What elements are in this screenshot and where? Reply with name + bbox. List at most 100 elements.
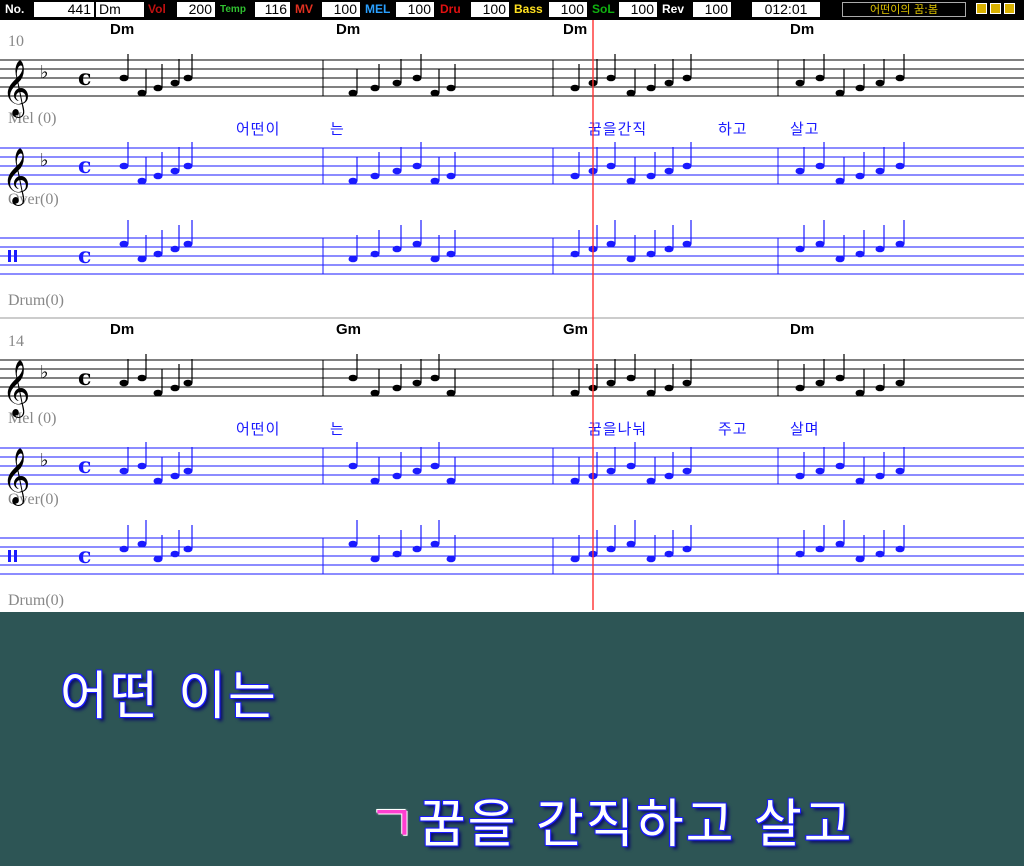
melody-value[interactable]: 100	[396, 2, 434, 17]
note-head	[682, 240, 692, 248]
lyric-line-2: ㄱ꿈을 간직하고 살고	[368, 782, 854, 857]
note-head	[606, 74, 616, 82]
drum-value[interactable]: 100	[471, 2, 509, 17]
note-head	[183, 467, 193, 475]
note-head	[895, 74, 905, 82]
note-head	[119, 74, 129, 82]
note-head	[570, 84, 580, 92]
tempo-value[interactable]: 116	[255, 2, 290, 17]
note-head	[855, 555, 865, 563]
note-head	[875, 167, 885, 175]
maximize-icon[interactable]	[990, 3, 1001, 14]
song-number-value: 441	[34, 2, 94, 17]
score-lyric: 어떤이	[236, 120, 280, 138]
chord-symbol: Gm	[336, 321, 361, 338]
note-head	[664, 245, 674, 253]
note-head	[875, 384, 885, 392]
percussion-clef-icon	[8, 550, 11, 562]
note-head	[606, 162, 616, 170]
common-time-icon: c	[78, 153, 91, 179]
note-head	[412, 162, 422, 170]
note-head	[153, 555, 163, 563]
note-head	[795, 472, 805, 480]
elapsed-time: 012:01	[752, 2, 820, 17]
lyric-rest-part: 꿈을 간직하고 살고	[417, 795, 854, 855]
score-lyric: 꿈을간직	[588, 120, 647, 138]
note-head	[875, 245, 885, 253]
common-time-icon: c	[78, 243, 91, 269]
flat-icon: ♭	[40, 362, 49, 383]
note-head	[682, 379, 692, 387]
note-head	[646, 172, 656, 180]
treble-clef-icon: 𝄞	[2, 148, 30, 206]
reverb-label: Rev	[662, 2, 685, 16]
note-head	[815, 74, 825, 82]
note-head	[119, 467, 129, 475]
note-head	[430, 177, 440, 185]
solo-value[interactable]: 100	[619, 2, 657, 17]
note-head	[570, 172, 580, 180]
note-head	[183, 162, 193, 170]
volume-value[interactable]: 200	[177, 2, 215, 17]
flat-icon: ♭	[40, 150, 49, 171]
note-head	[170, 245, 180, 253]
note-head	[392, 384, 402, 392]
note-head	[348, 540, 358, 548]
common-time-icon: c	[78, 65, 91, 91]
note-head	[170, 79, 180, 87]
note-head	[795, 167, 805, 175]
note-head	[370, 389, 380, 397]
mv-label: MV	[295, 2, 313, 16]
note-head	[835, 374, 845, 382]
key-value: Dm	[96, 2, 144, 17]
note-head	[895, 467, 905, 475]
note-head	[895, 545, 905, 553]
measure-number: 14	[8, 333, 24, 350]
note-head	[446, 84, 456, 92]
note-head	[119, 545, 129, 553]
note-head	[815, 162, 825, 170]
close-icon[interactable]	[1004, 3, 1015, 14]
note-head	[795, 384, 805, 392]
note-head	[682, 467, 692, 475]
note-head	[570, 477, 580, 485]
note-head	[664, 550, 674, 558]
note-head	[348, 374, 358, 382]
note-head	[137, 540, 147, 548]
note-head	[153, 477, 163, 485]
note-head	[392, 550, 402, 558]
chord-symbol: Dm	[336, 21, 360, 38]
note-head	[153, 389, 163, 397]
note-head	[370, 84, 380, 92]
note-head	[153, 172, 163, 180]
note-head	[446, 250, 456, 258]
mv-value[interactable]: 100	[322, 2, 360, 17]
chord-symbol: Dm	[563, 21, 587, 38]
reverb-value[interactable]: 100	[693, 2, 731, 17]
note-head	[446, 389, 456, 397]
note-head	[392, 472, 402, 480]
note-head	[875, 472, 885, 480]
note-head	[895, 240, 905, 248]
note-head	[855, 389, 865, 397]
note-head	[119, 162, 129, 170]
note-head	[412, 74, 422, 82]
bass-label: Bass	[514, 2, 543, 16]
note-head	[795, 79, 805, 87]
note-head	[183, 74, 193, 82]
note-head	[430, 540, 440, 548]
percussion-clef-icon	[8, 250, 11, 262]
chord-symbol: Dm	[110, 321, 134, 338]
minimize-icon[interactable]	[976, 3, 987, 14]
note-head	[119, 379, 129, 387]
note-head	[392, 79, 402, 87]
note-head	[570, 250, 580, 258]
note-head	[137, 374, 147, 382]
note-head	[570, 389, 580, 397]
note-head	[348, 462, 358, 470]
note-head	[815, 545, 825, 553]
note-head	[626, 462, 636, 470]
bass-value[interactable]: 100	[549, 2, 587, 17]
note-head	[795, 245, 805, 253]
note-head	[646, 389, 656, 397]
